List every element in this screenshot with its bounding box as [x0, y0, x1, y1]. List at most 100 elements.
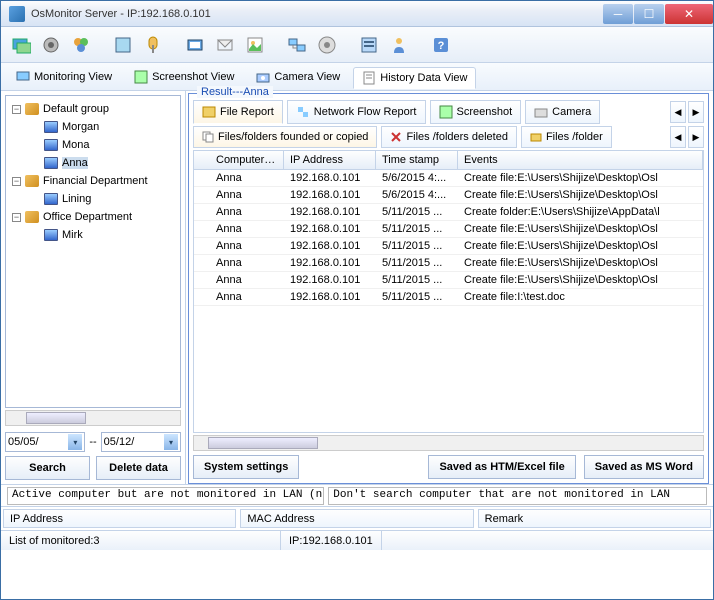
monitor-icon [16, 70, 30, 84]
date-separator: -- [89, 436, 96, 448]
subtab-scroll-left[interactable]: ◀ [670, 126, 686, 148]
tab-label: History Data View [380, 72, 467, 84]
tab-monitoring[interactable]: Monitoring View [7, 66, 121, 88]
folder-icon [530, 131, 542, 143]
computer-icon [44, 157, 58, 169]
svg-text:?: ? [438, 40, 445, 52]
toolbar-btn-6[interactable] [183, 33, 207, 57]
cell-timestamp: 5/6/2015 4:... [376, 187, 458, 203]
table-row[interactable]: Anna192.168.0.1015/11/2015 ...Create fil… [194, 221, 703, 238]
cell-timestamp: 5/11/2015 ... [376, 204, 458, 220]
table-row[interactable]: Anna192.168.0.1015/11/2015 ...Create fil… [194, 255, 703, 272]
col-remark[interactable]: Remark [478, 509, 711, 528]
tab-file-report[interactable]: File Report [193, 100, 283, 124]
toolbar-btn-2[interactable] [39, 33, 63, 57]
computer-icon [44, 121, 58, 133]
cell-computer: Anna [194, 255, 284, 271]
table-row[interactable]: Anna192.168.0.1015/11/2015 ...Create fil… [194, 238, 703, 255]
cell-computer: Anna [194, 238, 284, 254]
network-icon [296, 105, 310, 119]
computer-tree[interactable]: −Default groupMorgan Mona Anna−Financial D… [5, 95, 181, 408]
cell-computer: Anna [194, 272, 284, 288]
table-header[interactable]: Computer re... IP Address Time stamp Eve… [194, 151, 703, 170]
tab-network-flow[interactable]: Network Flow Report [287, 100, 426, 124]
subtab-files-deleted[interactable]: Files /folders deleted [381, 126, 517, 148]
tree-computer[interactable]: Lining [8, 190, 178, 208]
cell-event: Create file:E:\Users\Shijize\Desktop\Osl [458, 187, 703, 203]
table-row[interactable]: Anna192.168.0.1015/11/2015 ...Create fol… [194, 204, 703, 221]
status-monitored: List of monitored:3 [1, 531, 281, 550]
col-computer[interactable]: Computer re... [194, 151, 284, 169]
toolbar-btn-8[interactable] [243, 33, 267, 57]
info-right: Don't search computer that are not monit… [328, 487, 707, 505]
date-from[interactable]: 05/05/▾ [5, 432, 85, 452]
subtab-files-founded[interactable]: Files/folders founded or copied [193, 126, 377, 148]
search-button[interactable]: Search [5, 456, 90, 480]
tab-camera-report[interactable]: Camera [525, 100, 600, 124]
col-ip[interactable]: IP Address [284, 151, 376, 169]
toolbar-btn-9[interactable] [285, 33, 309, 57]
toolbar-btn-11[interactable] [357, 33, 381, 57]
view-tabs: Monitoring View Screenshot View Camera V… [1, 63, 713, 91]
right-panel: Result---Anna File Report Network Flow R… [186, 91, 713, 484]
cell-event: Create folder:E:\Users\Shijize\AppData\l [458, 204, 703, 220]
tree-computer[interactable]: Anna [8, 154, 178, 172]
table-row[interactable]: Anna192.168.0.1015/11/2015 ...Create fil… [194, 289, 703, 306]
toolbar-btn-12[interactable] [387, 33, 411, 57]
toolbar-btn-1[interactable] [9, 33, 33, 57]
expand-toggle[interactable]: − [12, 177, 21, 186]
tree-computer[interactable]: Mona [8, 136, 178, 154]
toolbar-btn-10[interactable] [315, 33, 339, 57]
tab-scroll-left[interactable]: ◀ [670, 101, 686, 123]
toolbar-btn-3[interactable] [69, 33, 93, 57]
tree-group[interactable]: −Office Department [8, 208, 178, 226]
cell-timestamp: 5/11/2015 ... [376, 221, 458, 237]
subtab-scroll-right[interactable]: ▶ [688, 126, 704, 148]
system-settings-button[interactable]: System settings [193, 455, 299, 479]
tab-label: Monitoring View [34, 71, 112, 83]
date-to[interactable]: 05/12/▾ [101, 432, 181, 452]
table-row[interactable]: Anna192.168.0.1015/11/2015 ...Create fil… [194, 272, 703, 289]
toolbar-btn-4[interactable] [111, 33, 135, 57]
tab-screenshot[interactable]: Screenshot View [125, 66, 243, 88]
tab-scroll-right[interactable]: ▶ [688, 101, 704, 123]
table-row[interactable]: Anna192.168.0.1015/6/2015 4:...Create fi… [194, 170, 703, 187]
tab-history[interactable]: History Data View [353, 67, 476, 89]
subtab-files-more[interactable]: Files /folder [521, 126, 612, 148]
expand-toggle[interactable]: − [12, 105, 21, 114]
computer-icon [44, 193, 58, 205]
col-events[interactable]: Events [458, 151, 703, 169]
cell-ip: 192.168.0.101 [284, 289, 376, 305]
dropdown-icon[interactable]: ▾ [68, 434, 82, 450]
toolbar-btn-5[interactable] [141, 33, 165, 57]
close-button[interactable]: ✕ [665, 4, 713, 24]
tab-screenshot-report[interactable]: Screenshot [430, 100, 522, 124]
toolbar-btn-help[interactable]: ? [429, 33, 453, 57]
tree-scrollbar[interactable] [5, 410, 181, 426]
col-ip-address[interactable]: IP Address [3, 509, 236, 528]
table-row[interactable]: Anna192.168.0.1015/6/2015 4:...Create fi… [194, 187, 703, 204]
tree-group[interactable]: −Financial Department [8, 172, 178, 190]
result-table: Computer re... IP Address Time stamp Eve… [193, 150, 704, 433]
col-timestamp[interactable]: Time stamp [376, 151, 458, 169]
col-mac-address[interactable]: MAC Address [240, 509, 473, 528]
toolbar-btn-7[interactable] [213, 33, 237, 57]
maximize-button[interactable]: ☐ [634, 4, 664, 24]
save-word-button[interactable]: Saved as MS Word [584, 455, 704, 479]
camera-icon [256, 70, 270, 84]
dropdown-icon[interactable]: ▾ [164, 434, 178, 450]
tree-computer-label: Mona [62, 139, 90, 151]
tree-computer-label: Lining [62, 193, 91, 205]
delete-data-button[interactable]: Delete data [96, 456, 181, 480]
tree-computer[interactable]: Mirk [8, 226, 178, 244]
tree-computer[interactable]: Morgan [8, 118, 178, 136]
info-left: Active computer but are not monitored in… [7, 487, 324, 505]
save-htm-button[interactable]: Saved as HTM/Excel file [428, 455, 575, 479]
expand-toggle[interactable]: − [12, 213, 21, 222]
tree-group[interactable]: −Default group [8, 100, 178, 118]
tab-label: Screenshot View [152, 71, 234, 83]
minimize-button[interactable]: ─ [603, 4, 633, 24]
lan-columns: IP Address MAC Address Remark [1, 506, 713, 530]
tab-camera[interactable]: Camera View [247, 66, 349, 88]
table-scrollbar[interactable] [193, 435, 704, 451]
